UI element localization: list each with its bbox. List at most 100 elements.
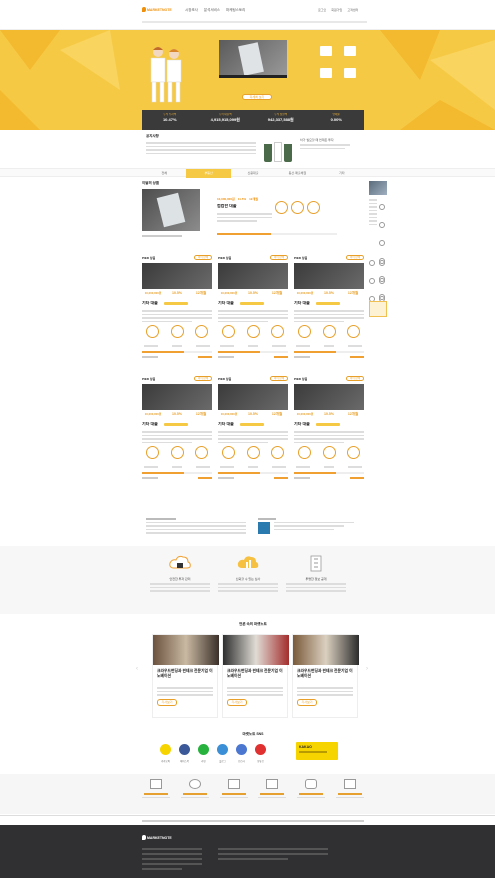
card-badge[interactable]: 이미 판매 bbox=[270, 255, 288, 260]
facebook-icon[interactable] bbox=[179, 744, 190, 755]
card-term: 12개월 bbox=[271, 291, 283, 295]
product-card[interactable]: PIED 상품 이미 판매 10,000,000원 10.5% 12개월 기타 대출 bbox=[294, 255, 364, 363]
stat-item: 누적 상환액 942,337,588원 bbox=[253, 110, 309, 130]
hero-people-illustration bbox=[150, 47, 182, 103]
nav-item[interactable]: 시장조사 bbox=[185, 8, 198, 12]
featured-desc bbox=[217, 211, 272, 224]
hero-more-button[interactable]: 자세히 보기 bbox=[242, 94, 272, 100]
instagram-icon[interactable] bbox=[236, 744, 247, 755]
featured-product: 이달의 상품 컴컴한 대출 10,000,000원 11.5% 12개월 bbox=[142, 181, 364, 243]
card-progress bbox=[142, 351, 212, 353]
featured-term: 12개월 bbox=[249, 197, 258, 201]
service-item[interactable] bbox=[219, 779, 248, 800]
promo-cups-image[interactable] bbox=[262, 136, 294, 164]
tab-credit[interactable]: 신용대출 bbox=[231, 169, 275, 178]
feature-item: 안전한 투자 관리 bbox=[150, 554, 210, 594]
news-card[interactable]: 크라우드펀딩과 핀테크 전문기업 이노베이션 기사보기 bbox=[152, 634, 219, 718]
card-badge[interactable]: 이미 판매 bbox=[346, 376, 364, 381]
card-amount: 10,000,000원 bbox=[220, 291, 238, 295]
featured-rate: 11.5% bbox=[237, 197, 247, 201]
promo-text-block[interactable]: 차가 필요할 때 언제든 투자 bbox=[300, 138, 360, 151]
document-icon[interactable] bbox=[379, 222, 385, 228]
sns-section: 마켓노트 SNS 카카오톡 페이스북 라인 블로그 인스타 유튜브 KAKAO bbox=[142, 732, 364, 772]
hero-stats-bar: 누적 투자액 10.47% 누적 대출액 4,915,915,099원 누적 상… bbox=[142, 110, 364, 130]
calculator-icon[interactable] bbox=[320, 68, 332, 78]
kakao-icon[interactable] bbox=[369, 260, 375, 266]
facebook-icon[interactable] bbox=[379, 260, 386, 266]
side-circle-icons bbox=[369, 253, 387, 307]
product-card[interactable]: PIED 상품 이미 판매 10,000,000원 10.5% 12개월 기타 대출 bbox=[294, 376, 364, 484]
card-footer-right bbox=[198, 477, 212, 479]
product-card[interactable]: PIED 상품 이미 판매 10,000,000원 10.5% 12개월 기타 대출 bbox=[142, 376, 212, 484]
features-section: 안전한 투자 관리 신뢰할 수 있는 심사 투명한 정보 공개 bbox=[0, 546, 495, 614]
phone-icon[interactable] bbox=[344, 68, 356, 78]
feature-title: 신뢰할 수 있는 심사 bbox=[235, 577, 261, 581]
video-controls[interactable] bbox=[219, 75, 287, 78]
calendar-icon[interactable] bbox=[379, 204, 385, 210]
featured-image[interactable] bbox=[142, 189, 200, 231]
stat-circle bbox=[195, 446, 208, 459]
card-footer-left bbox=[218, 356, 234, 358]
footer-logo[interactable]: MARKETNOTE bbox=[142, 835, 172, 840]
card-term: 12개월 bbox=[347, 291, 359, 295]
instagram-icon[interactable] bbox=[379, 278, 386, 284]
card-circles bbox=[146, 325, 208, 338]
service-item[interactable] bbox=[180, 779, 209, 800]
card-badge[interactable]: 이미 판매 bbox=[270, 376, 288, 381]
nav-item[interactable]: 마케팅스토리 bbox=[226, 8, 245, 12]
tab-movable[interactable]: 동산·매출채권 bbox=[275, 169, 319, 178]
chart-icon[interactable] bbox=[344, 46, 356, 56]
featured-product-title[interactable]: 컴컴한 대출 bbox=[217, 204, 237, 208]
product-card[interactable]: PIED 상품 이미 판매 10,000,000원 10.5% 12개월 기타 대출 bbox=[142, 255, 212, 363]
logo[interactable]: MARKETNOTE bbox=[142, 7, 172, 12]
card-progress bbox=[294, 472, 364, 474]
breadcrumb-right bbox=[343, 21, 363, 23]
service-item[interactable] bbox=[142, 779, 170, 800]
featured-amount: 10,000,000원 bbox=[217, 197, 235, 201]
news-button[interactable]: 기사보기 bbox=[157, 698, 177, 706]
card-badge[interactable]: 이미 판매 bbox=[194, 255, 212, 260]
nav-item[interactable]: 분석서비스 bbox=[204, 8, 220, 12]
tab-all[interactable]: 전체 bbox=[142, 169, 186, 178]
tab-etc[interactable]: 기타 bbox=[320, 169, 364, 178]
side-promo-box[interactable] bbox=[369, 301, 387, 317]
support-link[interactable]: 고객센터 bbox=[347, 8, 358, 12]
card-circles bbox=[222, 446, 284, 459]
service-item[interactable] bbox=[297, 779, 326, 800]
blog-icon[interactable] bbox=[217, 744, 228, 755]
kakao-icon[interactable] bbox=[160, 744, 171, 755]
video-phone-image bbox=[238, 42, 264, 76]
card-desc bbox=[294, 308, 364, 324]
card-label: PIED 상품 bbox=[294, 256, 308, 260]
card-amount: 10,000,000원 bbox=[220, 412, 238, 416]
news-card[interactable]: 크라우드펀딩과 핀테크 전문기업 이노베이션 기사보기 bbox=[222, 634, 289, 718]
card-badge[interactable]: 이미 판매 bbox=[346, 255, 364, 260]
signup-link[interactable]: 회원가입 bbox=[331, 8, 342, 12]
hero-video[interactable] bbox=[219, 40, 287, 78]
tab-realestate[interactable]: 부동산 bbox=[186, 169, 231, 178]
card-label: PIED 상품 bbox=[142, 377, 156, 381]
news-button[interactable]: 기사보기 bbox=[297, 698, 317, 706]
blog-icon[interactable] bbox=[369, 278, 375, 284]
carousel-prev-icon[interactable]: ‹ bbox=[136, 666, 138, 672]
product-card[interactable]: PIED 상품 이미 판매 10,000,000원 10.5% 12개월 기타 대출 bbox=[218, 255, 288, 363]
card-term: 12개월 bbox=[195, 412, 207, 416]
side-banner-image[interactable] bbox=[369, 181, 387, 195]
card-circles bbox=[222, 325, 284, 338]
card-image bbox=[142, 263, 212, 289]
youtube-icon[interactable] bbox=[255, 744, 266, 755]
news-button[interactable]: 기사보기 bbox=[227, 698, 247, 706]
card-rate: 10.5% bbox=[324, 291, 334, 295]
news-card[interactable]: 크라우드펀딩과 핀테크 전문기업 이노베이션 기사보기 bbox=[292, 634, 359, 718]
login-link[interactable]: 로그인 bbox=[318, 8, 326, 12]
product-card[interactable]: PIED 상품 이미 판매 10,000,000원 10.5% 12개월 기타 대출 bbox=[218, 376, 288, 484]
card-title: 기타 대출 bbox=[218, 301, 234, 305]
chart-icon[interactable] bbox=[379, 240, 385, 246]
card-badge[interactable]: 이미 판매 bbox=[194, 376, 212, 381]
sns-banner[interactable]: KAKAO bbox=[296, 742, 338, 760]
service-item[interactable] bbox=[258, 779, 287, 800]
carousel-next-icon[interactable]: › bbox=[366, 666, 368, 672]
line-icon[interactable] bbox=[198, 744, 209, 755]
document-icon[interactable] bbox=[320, 46, 332, 56]
service-item[interactable] bbox=[335, 779, 364, 800]
